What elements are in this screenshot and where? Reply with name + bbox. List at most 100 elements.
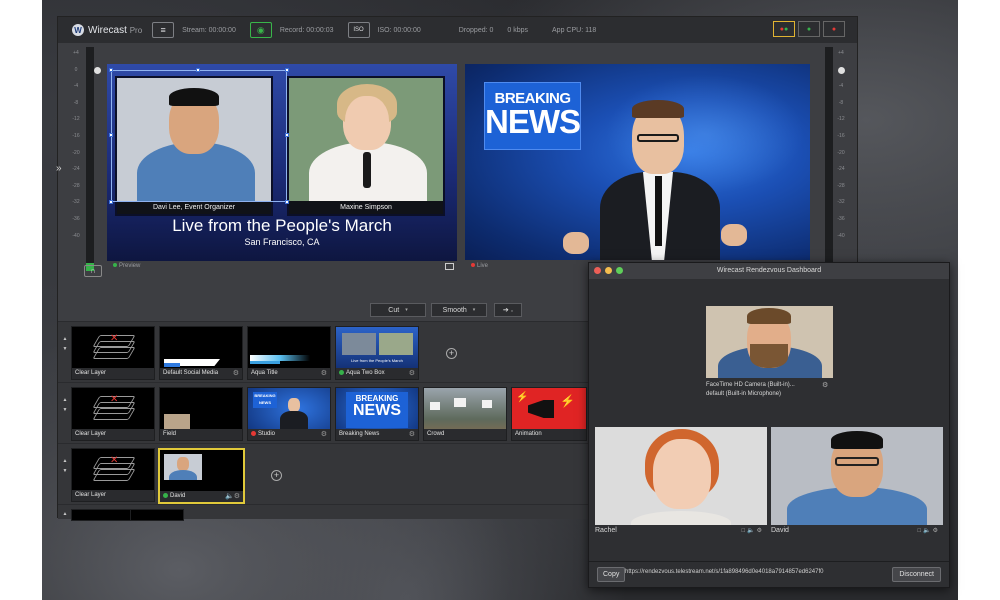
- close-window-button[interactable]: [594, 267, 601, 274]
- layout-preview-button[interactable]: ●: [798, 21, 820, 37]
- monitor-icon[interactable]: [445, 263, 454, 270]
- record-button[interactable]: ◉: [249, 22, 272, 38]
- guest-feed-david[interactable]: [771, 427, 943, 525]
- smooth-transition-select[interactable]: Smooth ▾: [431, 303, 487, 317]
- iso-button[interactable]: ISO: [347, 22, 370, 38]
- gear-icon[interactable]: ⚙: [409, 368, 415, 379]
- vu-scale-left: +4 0 -4 -8 -12 -16 -20 -24 -28 -32 -36 -40: [72, 50, 80, 239]
- clear-layer-icon: ✕: [92, 394, 136, 422]
- layer-reorder-control[interactable]: ▲ ▼: [61, 395, 69, 415]
- volume-slider-left[interactable]: [94, 67, 101, 74]
- volume-slider-right[interactable]: [838, 67, 845, 74]
- add-shot-button[interactable]: +: [271, 470, 282, 481]
- guest-feed-rachel[interactable]: [595, 427, 767, 525]
- anchor-right-hand: [721, 224, 747, 246]
- breaking-news-graphic: BREAKING NEWS: [484, 82, 581, 150]
- record-timer: Record: 00:00:03: [279, 26, 334, 34]
- shot-aqua-title[interactable]: Aqua Title ⚙: [247, 326, 331, 380]
- rendezvous-dashboard-window: Wirecast Rendezvous Dashboard FaceTime H…: [588, 262, 950, 588]
- preview-label: Preview: [113, 263, 140, 269]
- layer-reorder-control[interactable]: ▲: [61, 509, 69, 519]
- preview-person2-box: Maxine Simpson: [287, 76, 445, 216]
- shot-david[interactable]: David 🔈⚙: [158, 448, 245, 504]
- shot-studio[interactable]: BREAKING NEWS Studio ⚙: [247, 387, 331, 441]
- shot-partial[interactable]: [130, 509, 184, 521]
- layer-reorder-control[interactable]: ▲ ▼: [61, 334, 69, 354]
- layout-live-button[interactable]: ●: [823, 21, 845, 37]
- clear-layer-icon: ✕: [92, 333, 136, 361]
- camera-volume-gear-icons[interactable]: □🔈⚙: [742, 527, 764, 534]
- layer-reorder-control[interactable]: ▲ ▼: [61, 456, 69, 476]
- anchor-glasses: [637, 134, 679, 142]
- gear-icon[interactable]: ⚙: [321, 429, 327, 440]
- headphones-icon[interactable]: ∩: [84, 265, 102, 277]
- gear-icon[interactable]: ⚙: [321, 368, 327, 379]
- shot-field[interactable]: Field: [159, 387, 243, 441]
- host-camera-feed: [706, 306, 833, 378]
- wifi-broadcast-icon: ≡: [160, 25, 166, 35]
- zoom-window-button[interactable]: [616, 267, 623, 274]
- anchor-hair: [632, 100, 684, 118]
- guest-caption-rachel: Rachel □🔈⚙: [595, 527, 764, 534]
- live-monitor[interactable]: BREAKING NEWS: [465, 64, 810, 260]
- go-button[interactable]: ➔ ○: [494, 303, 522, 317]
- anchor-left-hand: [563, 232, 589, 254]
- live-label: Live: [471, 263, 488, 269]
- stream-timer: Stream: 00:00:00: [182, 26, 236, 34]
- stream-button[interactable]: ≡: [152, 22, 175, 38]
- gear-icon[interactable]: ⚙: [233, 368, 239, 379]
- host-device-caption: FaceTime HD Camera (Built-in)... default…: [706, 381, 829, 397]
- shot-animation[interactable]: ⚡ ⚡ Animation: [511, 387, 587, 441]
- megaphone-icon: [528, 400, 554, 418]
- camera-volume-gear-icons[interactable]: □🔈⚙: [918, 527, 940, 534]
- shot-clear-layer[interactable]: ✕ Clear Layer: [71, 448, 155, 502]
- shot-clear-layer[interactable]: ✕ Clear Layer: [71, 326, 155, 380]
- shot-breaking-news[interactable]: BREAKING NEWS Breaking News ⚙: [335, 387, 419, 441]
- gear-icon[interactable]: ⚙: [409, 429, 415, 440]
- shot-clear-layer[interactable]: ✕ Clear Layer: [71, 387, 155, 441]
- beard: [750, 344, 788, 368]
- selection-frame[interactable]: [109, 68, 289, 204]
- iso-icon: ISO: [353, 27, 364, 33]
- dropped-frames: Dropped: 0: [458, 26, 494, 34]
- expand-chevron-icon[interactable]: »: [56, 163, 62, 174]
- record-icon: ◉: [256, 24, 265, 35]
- vu-meter-left: [86, 47, 94, 271]
- add-shot-button[interactable]: +: [446, 348, 457, 359]
- preview-subtitle: San Francisco, CA: [244, 237, 320, 247]
- resize-handle[interactable]: [196, 68, 200, 72]
- dashboard-footer: Copy https://rendezvous.telestream.net/s…: [589, 561, 949, 587]
- shot-default-social-media[interactable]: Default Social Media ⚙: [159, 326, 243, 380]
- window-title: Wirecast Rendezvous Dashboard: [589, 263, 949, 279]
- resize-handle[interactable]: [285, 133, 289, 137]
- gear-icon[interactable]: ⚙: [822, 381, 828, 390]
- cut-transition-select[interactable]: Cut ▾: [370, 303, 426, 317]
- screenshot-stage: W Wirecast Pro ≡ Stream: 00:00:00 ◉ Reco…: [0, 0, 1000, 600]
- vu-scale-right: +40-4-8 -12-16-20-24 -28-32-36-40: [837, 50, 845, 239]
- minimize-window-button[interactable]: [605, 267, 612, 274]
- vu-meter-right: [825, 47, 833, 271]
- layout-both-button[interactable]: ● ●: [773, 21, 795, 37]
- disconnect-button[interactable]: Disconnect: [892, 567, 941, 582]
- resize-handle[interactable]: [109, 68, 113, 72]
- shot-crowd[interactable]: Crowd: [423, 387, 507, 441]
- lower-third-person1: Davi Lee, Event Organizer: [117, 201, 271, 214]
- bitrate: 0 kbps: [507, 26, 529, 34]
- iso-timer: ISO: 00:00:00: [377, 26, 421, 34]
- cpu-usage: App CPU: 118: [552, 26, 597, 34]
- clear-layer-icon: ✕: [92, 455, 136, 483]
- layout-switcher: ● ● ● ●: [773, 21, 845, 37]
- wirecast-logo-icon: W: [72, 24, 84, 36]
- lower-third-person2: Maxine Simpson: [289, 201, 443, 214]
- toolbar: W Wirecast Pro ≡ Stream: 00:00:00 ◉ Reco…: [58, 17, 857, 43]
- resize-handle[interactable]: [109, 133, 113, 137]
- resize-handle[interactable]: [285, 200, 289, 204]
- resize-handle[interactable]: [285, 68, 289, 72]
- preview-monitor[interactable]: Davi Lee, Event Organizer Maxine Simpson…: [107, 64, 457, 261]
- shot-aqua-two-box[interactable]: Live from the People's March Aqua Two Bo…: [335, 326, 419, 380]
- microphone: [363, 152, 371, 188]
- preview-title: Live from the People's March: [172, 216, 392, 235]
- copy-link-button[interactable]: Copy: [597, 567, 626, 582]
- volume-and-gear-icon[interactable]: 🔈⚙: [225, 491, 240, 502]
- resize-handle[interactable]: [109, 200, 113, 204]
